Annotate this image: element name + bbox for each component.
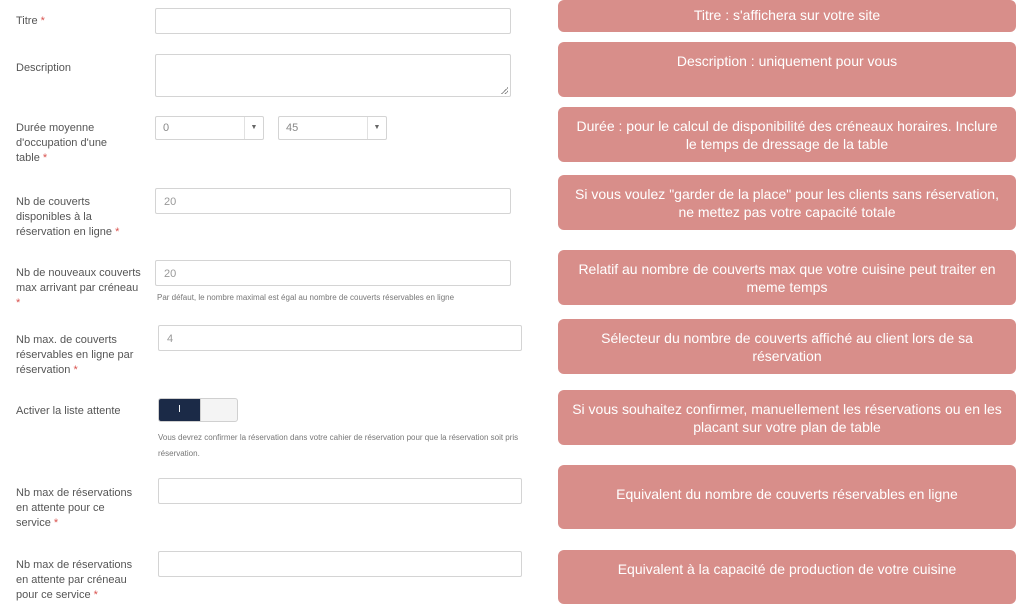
label-max-attente-service: Nb max de réservations en attente pour c… [16, 486, 141, 531]
duration-minutes-select[interactable]: 45 ▼ [278, 116, 387, 140]
max-attente-service-input[interactable] [158, 478, 522, 504]
tip-confirmation-manuelle: Si vous souhaitez confirmer, manuellemen… [558, 390, 1016, 445]
required-mark: * [42, 152, 48, 164]
titre-input[interactable] [155, 8, 511, 34]
label-description: Description [16, 61, 136, 76]
label-couverts-disponibles: Nb de couverts disponibles à la réservat… [16, 195, 131, 240]
tip-equivalent-couverts: Equivalent du nombre de couverts réserva… [558, 465, 1016, 529]
label-duree-text: Durée moyenne d'occupation d'une table [16, 122, 108, 164]
label-liste-attente: Activer la liste attente [16, 404, 146, 419]
label-liste-attente-text: Activer la liste attente [16, 405, 121, 417]
duration-hours-value: 0 [163, 122, 170, 134]
tip-duree: Durée : pour le calcul de disponibilité … [558, 107, 1016, 162]
label-couverts-disponibles-text: Nb de couverts disponibles à la réservat… [16, 196, 113, 238]
label-max-attente-creneau: Nb max de réservations en attente par cr… [16, 558, 141, 603]
required-mark: * [53, 517, 59, 529]
label-titre-text: Titre [16, 15, 38, 27]
required-mark: * [115, 226, 120, 238]
required-mark: * [40, 15, 45, 27]
label-titre: Titre * [16, 14, 136, 29]
help-nouveaux-couverts: Par défaut, le nombre maximal est égal a… [157, 293, 455, 302]
required-mark: * [16, 297, 21, 309]
tip-capacite-cuisine: Relatif au nombre de couverts max que vo… [558, 250, 1016, 305]
chevron-down-icon: ▼ [367, 117, 386, 139]
max-couverts-input[interactable]: 4 [158, 325, 522, 351]
resize-grip-icon[interactable] [501, 87, 508, 94]
label-duree: Durée moyenne d'occupation d'une table * [16, 121, 126, 166]
max-attente-creneau-input[interactable] [158, 551, 522, 577]
label-max-attente-service-text: Nb max de réservations en attente pour c… [16, 487, 133, 529]
tip-garder-place: Si vous voulez "garder de la place" pour… [558, 175, 1016, 230]
waitlist-toggle[interactable]: I [158, 398, 238, 422]
couverts-disponibles-input[interactable]: 20 [155, 188, 511, 214]
tip-equivalent-capacite: Equivalent à la capacité de production d… [558, 550, 1016, 604]
duration-hours-select[interactable]: 0 ▼ [155, 116, 264, 140]
toggle-on-indicator: I [159, 399, 200, 421]
help-liste-attente-line1: Vous devrez confirmer la réservation dan… [158, 433, 519, 442]
tip-titre: Titre : s'affichera sur votre site [558, 0, 1016, 32]
required-mark: * [93, 589, 98, 601]
help-liste-attente-line2: réservation. [158, 449, 200, 458]
required-mark: * [73, 364, 78, 376]
label-description-text: Description [16, 62, 72, 74]
label-nouveaux-couverts-text: Nb de nouveaux couverts max arrivant par… [16, 267, 141, 294]
label-nouveaux-couverts: Nb de nouveaux couverts max arrivant par… [16, 266, 141, 311]
label-max-attente-creneau-text: Nb max de réservations en attente par cr… [16, 559, 133, 601]
label-max-couverts: Nb max. de couverts réservables en ligne… [16, 333, 141, 378]
toggle-divider [200, 399, 201, 421]
chevron-down-icon: ▼ [244, 117, 263, 139]
nouveaux-couverts-input[interactable]: 20 [155, 260, 511, 286]
tip-description: Description : uniquement pour vous [558, 42, 1016, 97]
duration-minutes-value: 45 [286, 122, 299, 134]
tip-selecteur-couverts: Sélecteur du nombre de couverts affiché … [558, 319, 1016, 374]
description-textarea[interactable] [155, 54, 511, 97]
